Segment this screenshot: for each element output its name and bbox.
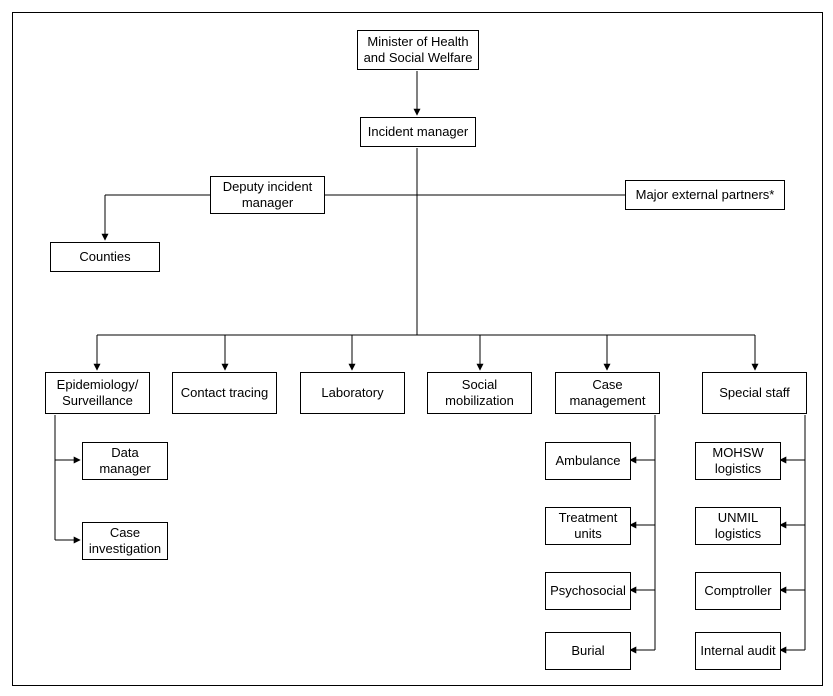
node-case-investigation: Case investigation — [82, 522, 168, 560]
org-chart: Minister of Health and Social Welfare In… — [0, 0, 833, 696]
node-incident-manager: Incident manager — [360, 117, 476, 147]
node-social-mobilization: Social mobilization — [427, 372, 532, 414]
node-partners: Major external partners* — [625, 180, 785, 210]
node-comptroller: Comptroller — [695, 572, 781, 610]
node-minister: Minister of Health and Social Welfare — [357, 30, 479, 70]
node-ambulance: Ambulance — [545, 442, 631, 480]
node-contact-tracing: Contact tracing — [172, 372, 277, 414]
node-treatment-units: Treatment units — [545, 507, 631, 545]
node-epidemiology: Epidemiology/ Surveillance — [45, 372, 150, 414]
node-data-manager: Data manager — [82, 442, 168, 480]
node-case-management: Case management — [555, 372, 660, 414]
node-burial: Burial — [545, 632, 631, 670]
node-psychosocial: Psychosocial — [545, 572, 631, 610]
node-internal-audit: Internal audit — [695, 632, 781, 670]
node-deputy: Deputy incident manager — [210, 176, 325, 214]
node-unmil-logistics: UNMIL logistics — [695, 507, 781, 545]
node-counties: Counties — [50, 242, 160, 272]
node-laboratory: Laboratory — [300, 372, 405, 414]
node-mohsw-logistics: MOHSW logistics — [695, 442, 781, 480]
node-special-staff: Special staff — [702, 372, 807, 414]
